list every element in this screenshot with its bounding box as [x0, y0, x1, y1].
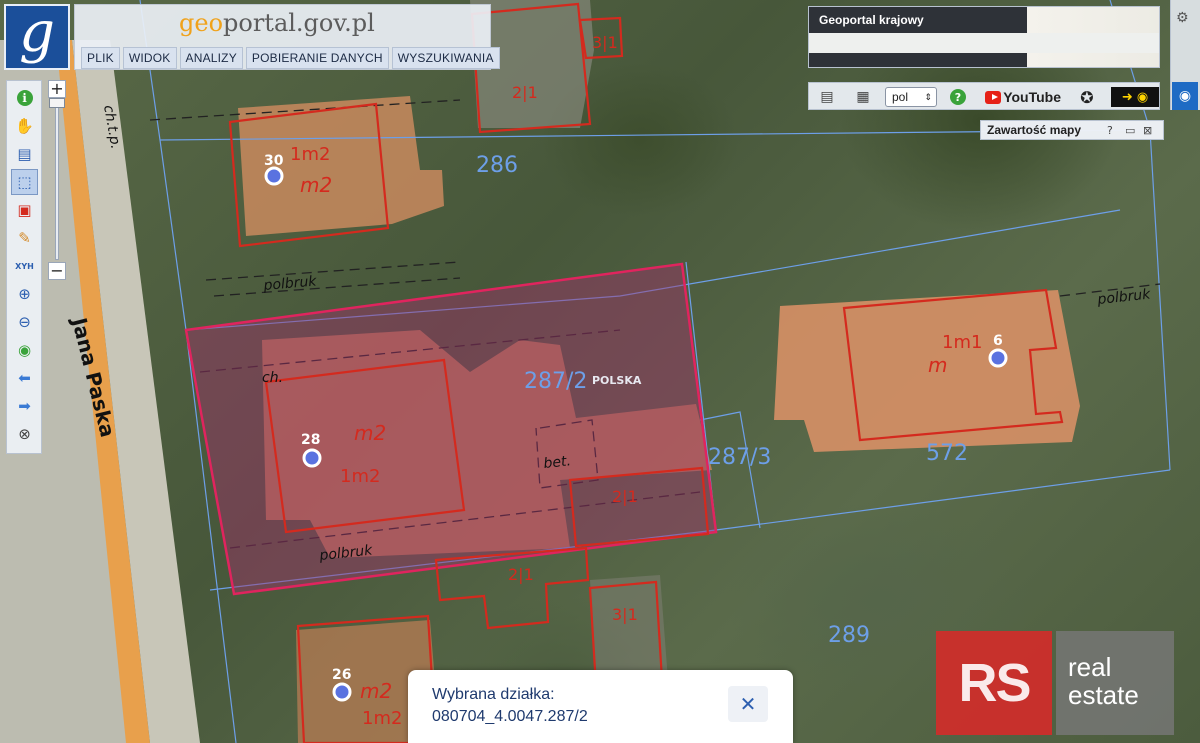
b30-label-2: m2	[300, 173, 332, 197]
language-select[interactable]: pol ⇕	[885, 87, 937, 107]
selected-parcel-id: 080704_4.0047.287/2	[432, 708, 588, 725]
settings-gear-icon[interactable]: ⚙	[1176, 10, 1189, 26]
pencil-icon[interactable]: ✎	[11, 225, 38, 251]
zoom-track[interactable]	[55, 100, 59, 260]
logo-letter: g	[19, 0, 55, 65]
small-label-4: 2|1	[508, 565, 534, 584]
overview-map[interactable]: Geoportal krajowy	[808, 6, 1160, 68]
parcel-572-label: 572	[926, 441, 968, 466]
youtube-play-icon	[985, 90, 1002, 104]
menu-pobieranie-danych[interactable]: POBIERANIE DANYCH	[245, 47, 389, 69]
b30-label-1: 1m2	[290, 144, 330, 165]
watermark-line2: estate	[1068, 680, 1139, 710]
accessibility-icon[interactable]: ✪	[1077, 87, 1097, 107]
zoom-slider: + −	[46, 80, 68, 286]
panel-close-icon[interactable]: ⊠	[1143, 124, 1152, 137]
help-icon[interactable]: ?	[949, 87, 967, 107]
site-title-geo: geo	[179, 9, 224, 37]
legend-icon[interactable]: ▤	[11, 141, 38, 167]
print-icon[interactable]: ▤	[817, 87, 837, 107]
back-arrow-icon[interactable]: ⬅	[11, 365, 38, 391]
menu-analizy[interactable]: ANALIZY	[179, 47, 243, 69]
panel-help-icon[interactable]: ?	[1107, 124, 1113, 137]
polbruk-label-1: polbruk	[262, 273, 318, 294]
parcel-287-3-label: 287/3	[708, 445, 771, 470]
zoom-minus-button[interactable]: −	[48, 262, 66, 280]
bet-label: bet.	[543, 453, 572, 472]
roof-6	[774, 290, 1080, 452]
site-title-rest: portal.gov.pl	[223, 9, 375, 37]
main-menu: PLIK WIDOK ANALIZY POBIERANIE DANYCH WYS…	[81, 47, 500, 69]
eye-icon-2: ◉	[1178, 88, 1192, 104]
map-content-panel[interactable]: Zawartość mapy ? ▭ ⊠	[980, 120, 1164, 140]
xyh-icon[interactable]: XYH	[11, 253, 38, 279]
small-label-1: 3|1	[592, 33, 618, 52]
globe-icon[interactable]: ◉	[11, 337, 38, 363]
zoom-out-icon[interactable]: ⊖	[11, 309, 38, 335]
left-toolbar: ℹ ✋ ▤ ⬚ ▣ ✎ XYH ⊕ ⊖ ◉ ⬅ ➡ ⊗	[6, 80, 42, 454]
watermark-logo: RS real estate	[936, 631, 1176, 735]
overview-label: Geoportal krajowy	[819, 13, 924, 27]
watermark-rs: RS	[936, 631, 1052, 735]
parcel-287-2-label: 287/2	[524, 369, 587, 394]
polbruk-label-3: polbruk	[1096, 286, 1152, 308]
top-right-toolbar: ▤ ▦ pol ⇕ ? YouTube ✪ ➜ ◉	[808, 82, 1160, 110]
compass-icon[interactable]: ⊗	[11, 421, 38, 447]
panel-restore-icon[interactable]: ▭	[1125, 124, 1135, 137]
language-value: pol	[892, 90, 909, 104]
eye-icon: ➜ ◉	[1121, 89, 1149, 105]
menu-wyszukiwania[interactable]: WYSZUKIWANIA	[391, 47, 500, 69]
b26-label-2: 1m2	[362, 708, 402, 729]
zoom-thumb[interactable]	[49, 98, 65, 108]
ch-label: ch.	[262, 370, 283, 386]
addr-28-label: 28	[301, 432, 320, 448]
menu-widok[interactable]: WIDOK	[122, 47, 177, 69]
pan-hand-icon[interactable]: ✋	[11, 113, 38, 139]
zoom-plus-button[interactable]: +	[48, 80, 66, 98]
zoom-in-icon[interactable]: ⊕	[11, 281, 38, 307]
header-bar: geoportal.gov.pl PLIK WIDOK ANALIZY POBI…	[74, 4, 500, 70]
overview-map-strip	[809, 33, 1159, 53]
forward-arrow-icon[interactable]: ➡	[11, 393, 38, 419]
youtube-link[interactable]: YouTube	[985, 87, 1061, 107]
info-icon[interactable]: ℹ	[16, 90, 33, 106]
parcel-289-label: 289	[828, 623, 870, 648]
preview-eye-button[interactable]: ➜ ◉	[1111, 87, 1159, 107]
b6-label-1: 1m1	[942, 332, 982, 353]
small-label-3: 2|1	[612, 487, 638, 506]
b26-label-1: m2	[360, 679, 392, 703]
addr-26-label: 26	[332, 667, 351, 683]
small-label-2: 2|1	[512, 83, 538, 102]
selected-parcel-label: Wybrana działka:	[432, 686, 555, 703]
site-title: geoportal.gov.pl	[179, 9, 375, 37]
b28-label-1: m2	[354, 421, 386, 445]
map-content-title: Zawartość mapy	[987, 123, 1082, 137]
youtube-label: YouTube	[1003, 89, 1061, 105]
select-area-icon[interactable]: ▣	[11, 197, 38, 223]
visibility-eye-button[interactable]: ◉	[1172, 82, 1198, 110]
b6-label-2: m	[928, 353, 947, 377]
geoportal-logo[interactable]: g	[4, 4, 70, 70]
wms-icon[interactable]: ▦	[851, 87, 875, 107]
addr-30-label: 30	[264, 153, 284, 169]
b28-label-2: 1m2	[340, 466, 380, 487]
selected-parcel-287-2	[184, 262, 718, 596]
watermark-line1: real	[1068, 652, 1112, 682]
small-label-5: 3|1	[612, 605, 638, 624]
parcel-286-label: 286	[476, 153, 518, 178]
menu-plik[interactable]: PLIK	[81, 47, 120, 69]
close-icon[interactable]: ✕	[728, 686, 768, 722]
select-rectangle-icon[interactable]: ⬚	[11, 169, 38, 195]
polska-label: POLSKA	[592, 374, 642, 387]
watermark-real-estate: real estate	[1056, 631, 1174, 735]
select-arrows-icon: ⇕	[924, 91, 932, 102]
selected-parcel-info: Wybrana działka: 080704_4.0047.287/2 ✕	[408, 670, 793, 743]
addr-6-label: 6	[993, 333, 1003, 349]
